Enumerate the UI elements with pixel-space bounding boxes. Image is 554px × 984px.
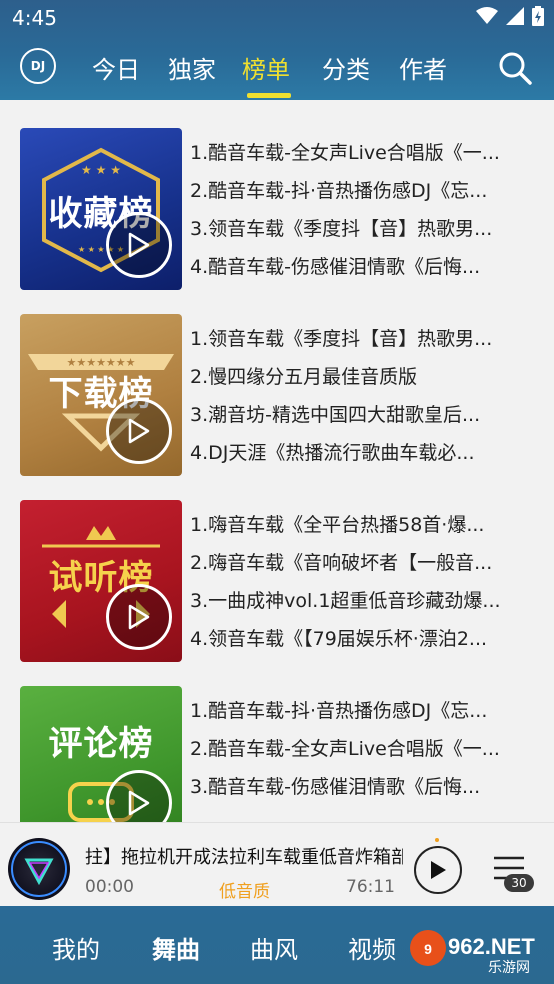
track-item[interactable]: 4.酷音车载-伤感催泪情歌《后悔... — [190, 252, 530, 290]
app-logo[interactable]: DJ — [20, 48, 56, 84]
play-button[interactable] — [106, 770, 172, 822]
track-item[interactable]: 4.领音车载《【79届娱乐杯·漂泊2... — [190, 624, 530, 662]
track-item[interactable]: 4.DJ天涯《热播流行歌曲车载必... — [190, 438, 530, 476]
track-duration: 76:11 — [346, 877, 395, 897]
track-item[interactable]: 2.慢四缘分五月最佳音质版 — [190, 362, 530, 400]
track-list: 1.酷音车载-抖·音热播伤感DJ《忘... 2.酷音车载-全女声Live合唱版《… — [190, 696, 530, 810]
bottom-nav: 我的 舞曲 曲风 视频 9 962.NET 乐游网 — [0, 906, 554, 984]
chart-card-downloads[interactable]: ★★★★★★★ 下载榜 1.领音车载《季度抖【音】热歌男... 2.慢四缘分五月… — [20, 314, 554, 476]
watermark-subtext: 乐游网 — [488, 960, 530, 976]
play-icon — [431, 861, 446, 879]
track-item[interactable]: 1.酷音车载-抖·音热播伤感DJ《忘... — [190, 696, 530, 734]
status-bar: 4:45 — [0, 0, 554, 36]
track-item[interactable]: 1.酷音车载-全女声Live合唱版《一... — [190, 138, 530, 176]
progress-dot — [435, 838, 439, 842]
track-item[interactable]: 3.一曲成神vol.1超重低音珍藏劲爆... — [190, 586, 530, 624]
svg-text:9: 9 — [424, 941, 432, 957]
tab-exclusive[interactable]: 独家 — [168, 50, 216, 85]
player-divider — [0, 822, 554, 823]
play-button[interactable] — [106, 584, 172, 650]
track-item[interactable]: 1.领音车载《季度抖【音】热歌男... — [190, 324, 530, 362]
battery-icon — [532, 6, 544, 26]
watermark-text: 962.NET — [448, 934, 535, 959]
bottom-tab-genre[interactable]: 曲风 — [250, 930, 298, 965]
track-item[interactable]: 2.酷音车载-抖·音热播伤感DJ《忘... — [190, 176, 530, 214]
bottom-tab-mine[interactable]: 我的 — [52, 930, 100, 965]
app-header: 4:45 DJ 今日 独家 榜单 分类 作者 — [0, 0, 554, 100]
audio-quality[interactable]: 低音质 — [219, 877, 270, 902]
chart-list[interactable]: ★ ★ ★ ★ ★ ★ ★ ★ 收藏榜 1.酷音车载-全女声Live合唱版《一.… — [0, 100, 554, 822]
tab-authors[interactable]: 作者 — [399, 50, 447, 85]
play-icon — [128, 418, 150, 444]
chart-card-favorites[interactable]: ★ ★ ★ ★ ★ ★ ★ ★ 收藏榜 1.酷音车载-全女声Live合唱版《一.… — [20, 128, 554, 290]
signal-icon — [506, 7, 524, 25]
track-item[interactable]: 2.嗨音车载《音响破坏者【一般音... — [190, 548, 530, 586]
play-button[interactable] — [106, 212, 172, 278]
chart-cover[interactable]: ★★★★★★★ 下载榜 — [20, 314, 182, 476]
mini-player[interactable]: 拄】拖拉机开成法拉利车载重低音炸箱部 00:00 低音质 76:11 30 — [0, 830, 554, 906]
wifi-icon — [476, 7, 498, 24]
tab-charts[interactable]: 榜单 — [242, 50, 290, 85]
track-item[interactable]: 3.潮音坊-精选中国四大甜歌皇后... — [190, 400, 530, 438]
track-item[interactable]: 3.领音车载《季度抖【音】热歌男... — [190, 214, 530, 252]
site-watermark: 9 962.NET 乐游网 — [410, 930, 535, 976]
top-nav: DJ 今日 独家 榜单 分类 作者 — [0, 40, 554, 100]
chart-cover[interactable]: 试听榜 — [20, 500, 182, 662]
svg-text:★ ★ ★: ★ ★ ★ — [81, 163, 121, 177]
now-playing-title[interactable]: 拄】拖拉机开成法拉利车载重低音炸箱部 — [85, 843, 403, 869]
track-item[interactable]: 2.酷音车载-全女声Live合唱版《一... — [190, 734, 530, 772]
logo-text: DJ — [30, 59, 46, 73]
track-list: 1.酷音车载-全女声Live合唱版《一... 2.酷音车载-抖·音热播伤感DJ《… — [190, 138, 530, 290]
chart-cover[interactable]: ★ ★ ★ ★ ★ ★ ★ ★ 收藏榜 — [20, 128, 182, 290]
play-pause-button[interactable] — [414, 846, 462, 894]
album-art[interactable] — [8, 838, 70, 900]
chart-card-comments[interactable]: 评论榜 1.酷音车载-抖·音热播伤感DJ《忘... 2.酷音车载-全女声Live… — [20, 686, 554, 822]
play-icon — [128, 790, 150, 816]
playback-position: 00:00 — [85, 877, 134, 897]
queue-count-badge: 30 — [504, 874, 534, 892]
play-icon — [128, 232, 150, 258]
track-list: 1.嗨音车载《全平台热播58首·爆... 2.嗨音车载《音响破坏者【一般音...… — [190, 510, 530, 662]
active-tab-indicator — [247, 93, 291, 98]
track-item[interactable]: 1.嗨音车载《全平台热播58首·爆... — [190, 510, 530, 548]
status-icons — [476, 6, 544, 26]
tab-categories[interactable]: 分类 — [322, 50, 370, 85]
play-button[interactable] — [106, 398, 172, 464]
search-icon[interactable] — [497, 50, 533, 86]
track-item[interactable]: 3.酷音车载-伤感催泪情歌《后悔... — [190, 772, 530, 810]
status-time: 4:45 — [12, 6, 57, 30]
album-art-graphic — [11, 841, 67, 897]
tab-today[interactable]: 今日 — [92, 50, 140, 85]
chart-cover[interactable]: 评论榜 — [20, 686, 182, 822]
cover-title: 评论榜 — [48, 724, 154, 764]
bottom-tab-video[interactable]: 视频 — [348, 930, 396, 965]
track-list: 1.领音车载《季度抖【音】热歌男... 2.慢四缘分五月最佳音质版 3.潮音坊-… — [190, 324, 530, 476]
bottom-tab-dance[interactable]: 舞曲 — [152, 930, 200, 965]
chart-card-listening[interactable]: 试听榜 1.嗨音车载《全平台热播58首·爆... 2.嗨音车载《音响破坏者【一般… — [20, 500, 554, 662]
play-icon — [128, 604, 150, 630]
